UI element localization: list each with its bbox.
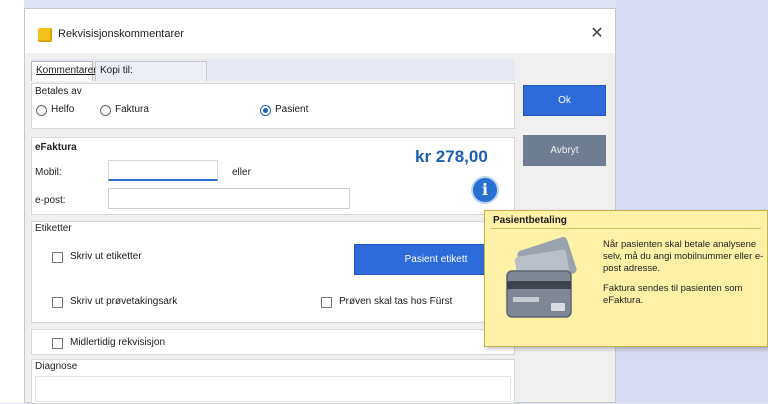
print-sample-card-checkbox[interactable]: [52, 297, 63, 308]
patient-payment-tooltip: Pasientbetaling Når pasienten skal betal…: [484, 210, 768, 347]
radio-invoice-label[interactable]: Faktura: [115, 104, 149, 115]
tab-comments[interactable]: Kommentarer: [31, 61, 97, 81]
cancel-button[interactable]: Avbryt: [523, 135, 606, 166]
print-labels-checkbox[interactable]: [52, 252, 63, 263]
temp-requisition-label[interactable]: Midlertidig rekvisisjon: [70, 337, 165, 348]
mobile-input[interactable]: [108, 160, 218, 181]
tooltip-divider: [491, 228, 761, 229]
mobile-label: Mobil:: [35, 167, 62, 178]
email-label: e-post:: [35, 195, 66, 206]
radio-helfo[interactable]: [36, 105, 47, 116]
labels-group-label: Etiketter: [35, 223, 72, 234]
sample-taken-at-checkbox[interactable]: [321, 297, 332, 308]
amount-text: kr 278,00: [415, 147, 488, 166]
app-icon: [38, 28, 52, 42]
efaktura-group: eFaktura Mobil: eller e-post: kr 278,00 …: [31, 137, 515, 215]
labels-group: Etiketter Skriv ut etiketter Pasient eti…: [31, 221, 518, 323]
payment-group: Betales av Helfo Faktura Pasient: [31, 83, 515, 129]
tooltip-body: Når pasienten skal betale analysene selv…: [603, 239, 765, 315]
email-input[interactable]: [108, 188, 350, 209]
sample-taken-at-label[interactable]: Prøven skal tas hos Fürst: [339, 296, 452, 307]
diagnosis-input[interactable]: [35, 376, 511, 402]
efaktura-group-label: eFaktura: [35, 142, 77, 153]
close-button[interactable]: ✕: [585, 23, 609, 45]
info-icon[interactable]: i: [473, 178, 497, 202]
ok-button[interactable]: Ok: [523, 85, 606, 116]
tooltip-paragraph-2: Faktura sendes til pasienten som eFaktur…: [603, 283, 743, 306]
diagnosis-group: Diagnose: [31, 359, 515, 404]
tooltip-title: Pasientbetaling: [493, 215, 567, 226]
radio-helfo-label[interactable]: Helfo: [51, 104, 74, 115]
print-sample-card-label[interactable]: Skriv ut prøvetakingsark: [70, 296, 177, 307]
left-background-strip: [0, 0, 24, 403]
temp-requisition-group: Midlertidig rekvisisjon: [31, 329, 515, 355]
credit-card-icon: [506, 236, 577, 318]
radio-patient-label[interactable]: Pasient: [275, 104, 308, 115]
title-bar: Rekvisisjonskommentarer ✕: [25, 9, 615, 53]
tab-bar: Kommentarer Kopi til:: [31, 59, 515, 81]
tooltip-paragraph-1: Når pasienten skal betale analysene selv…: [603, 239, 764, 274]
radio-patient[interactable]: [260, 105, 271, 116]
dialog-title: Rekvisisjonskommentarer: [58, 28, 184, 40]
radio-invoice[interactable]: [100, 105, 111, 116]
print-labels-label[interactable]: Skriv ut etiketter: [70, 251, 142, 262]
temp-requisition-checkbox[interactable]: [52, 338, 63, 349]
payment-group-label: Betales av: [35, 86, 82, 97]
tab-copy-to[interactable]: Kopi til:: [95, 61, 207, 81]
diagnosis-group-label: Diagnose: [35, 361, 78, 372]
or-label: eller: [232, 167, 251, 178]
